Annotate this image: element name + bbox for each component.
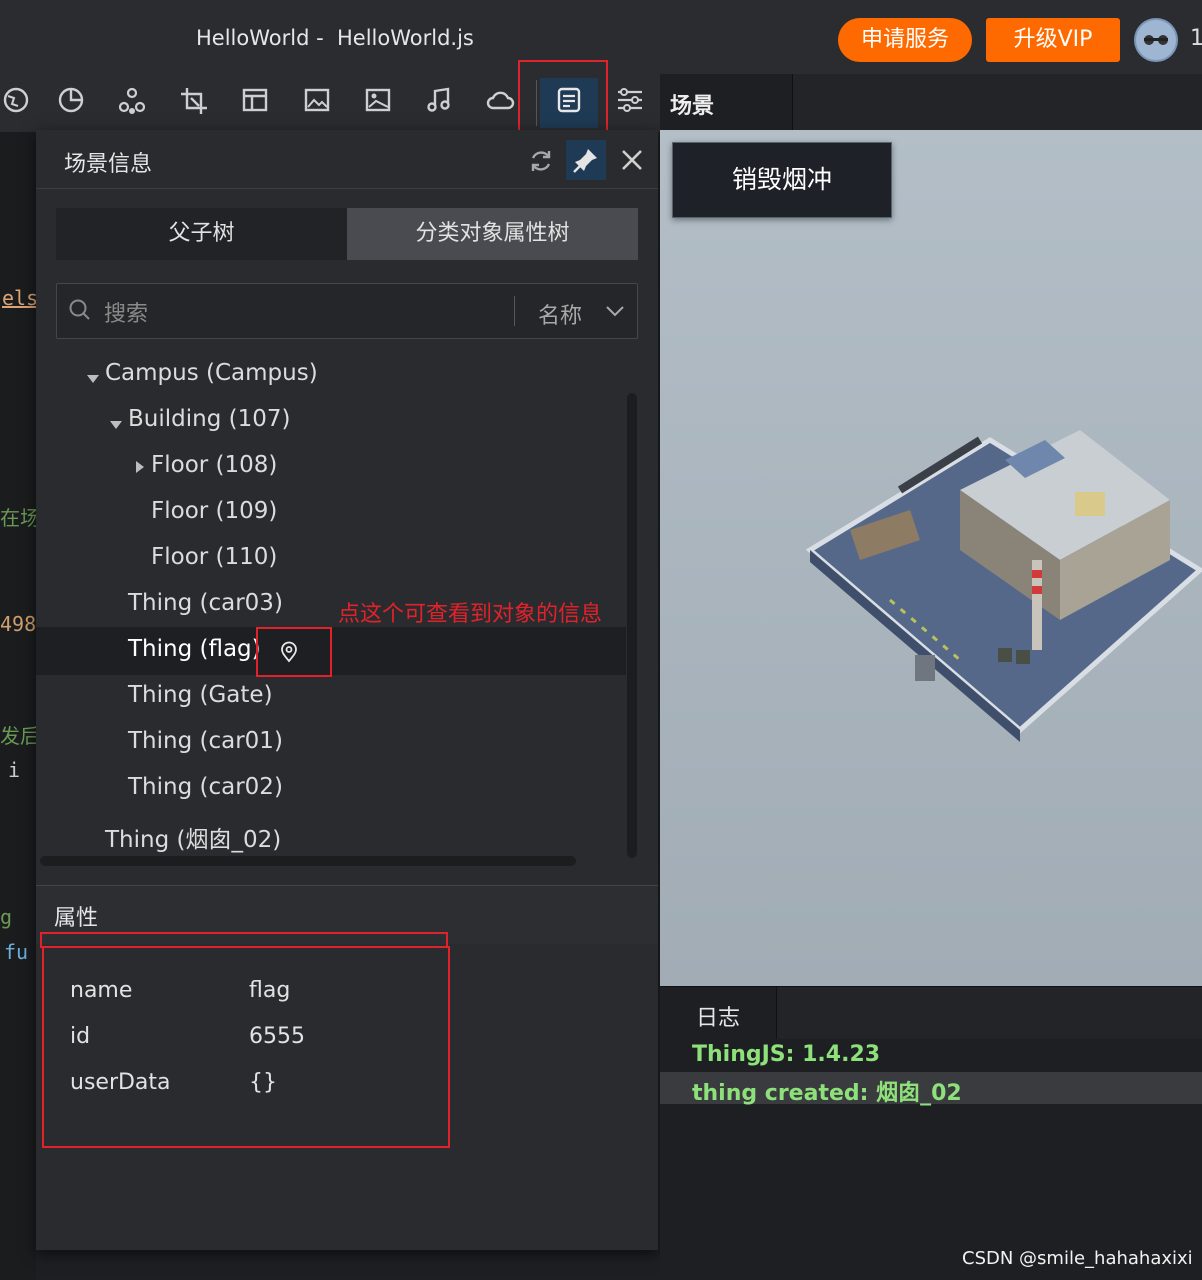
avatar[interactable]	[1134, 18, 1178, 62]
watermark: CSDN @smile_hahahaxixi	[962, 1248, 1193, 1269]
tree-item-floor-109[interactable]: Floor (109)	[151, 498, 277, 524]
tree-item-campus[interactable]: Campus (Campus)	[105, 360, 318, 386]
refresh-icon[interactable]	[528, 148, 554, 174]
caret-right-icon[interactable]	[134, 459, 146, 473]
image-icon[interactable]	[301, 86, 333, 118]
hierarchy-icon[interactable]	[116, 86, 148, 118]
highlight-scene-info-button	[518, 60, 608, 138]
pie-chart-icon[interactable]	[55, 86, 87, 118]
cloud-icon[interactable]	[484, 86, 516, 118]
tab-parent-child-tree[interactable]: 父子树	[56, 208, 347, 260]
destroy-chimney-button[interactable]: 销毁烟冲	[672, 142, 892, 218]
photo-icon[interactable]	[362, 86, 394, 118]
caret-down-icon[interactable]	[109, 416, 123, 429]
tree-item-gate[interactable]: Thing (Gate)	[128, 682, 273, 708]
tree-item-flag[interactable]: Thing (flag)	[128, 636, 261, 662]
scene-viewport[interactable]	[660, 130, 1202, 986]
search-input[interactable]: 搜索	[104, 296, 148, 328]
layout-icon[interactable]	[239, 86, 271, 118]
tab-scene-label: 场景	[670, 94, 715, 119]
tree-item-floor-108[interactable]: Floor (108)	[151, 452, 277, 478]
close-icon[interactable]	[620, 148, 644, 172]
properties-title: 属性	[54, 906, 99, 931]
tab-category-tree[interactable]: 分类对象属性树	[347, 208, 638, 260]
tree-item-car01[interactable]: Thing (car01)	[128, 728, 283, 754]
tree-item-car03[interactable]: Thing (car03)	[128, 590, 283, 616]
code-fragment: els	[2, 286, 39, 310]
code-fragment: 在场	[0, 506, 40, 530]
tree-tabs: 父子树 分类对象属性树	[56, 208, 638, 260]
code-fragment: 发后	[0, 724, 40, 748]
code-fragment: fu	[4, 940, 29, 964]
pin-icon	[573, 149, 597, 173]
tree-item-building[interactable]: Building (107)	[128, 406, 290, 432]
tree-item-floor-110[interactable]: Floor (110)	[151, 544, 277, 570]
code-fragment: i	[8, 758, 21, 782]
code-fragment: g	[0, 905, 13, 929]
log-line: thing created: 烟囱_02	[692, 1081, 962, 1106]
sliders-icon[interactable]	[614, 86, 646, 118]
avatar-edge-text: 1	[1190, 26, 1202, 51]
window-title: HelloWorld - HelloWorld.js	[196, 26, 474, 50]
caret-down-icon[interactable]	[86, 370, 100, 383]
prop-value-id: 6555	[249, 1024, 305, 1049]
factory-3d-model	[805, 430, 1202, 742]
log-line: ThingJS: 1.4.23	[692, 1042, 881, 1067]
tree-horizontal-scrollbar[interactable]	[40, 856, 576, 866]
prop-value-name: flag	[249, 978, 291, 1003]
crop-icon[interactable]	[178, 86, 210, 118]
prop-key-userdata: userData	[70, 1070, 171, 1095]
search-icon	[68, 298, 92, 322]
highlight-locate-icon	[256, 627, 332, 677]
prop-key-id: id	[70, 1024, 91, 1049]
tab-log-label: 日志	[696, 1006, 741, 1031]
highlight-properties-box	[42, 946, 450, 1148]
pin-button[interactable]	[566, 140, 606, 180]
globe-icon[interactable]	[0, 86, 32, 118]
upgrade-vip-button[interactable]: 升级VIP	[986, 18, 1120, 62]
tree-item-car02[interactable]: Thing (car02)	[128, 774, 283, 800]
avatar-icon	[1136, 20, 1176, 60]
search-divider	[514, 296, 515, 326]
tree-item-chimney[interactable]: Thing (烟囱_02)	[105, 820, 281, 854]
code-fragment: 498	[0, 612, 37, 636]
panel-title: 场景信息	[64, 152, 153, 177]
apply-service-button[interactable]: 申请服务	[838, 18, 972, 62]
prop-key-name: name	[70, 978, 133, 1003]
filter-select[interactable]: 名称	[538, 298, 582, 330]
annotation-text: 点这个可查看到对象的信息	[338, 602, 603, 627]
prop-value-userdata: {}	[249, 1070, 277, 1095]
tree-vertical-scrollbar[interactable]	[627, 393, 637, 858]
chevron-down-icon[interactable]	[604, 302, 626, 320]
music-icon[interactable]	[423, 86, 455, 118]
